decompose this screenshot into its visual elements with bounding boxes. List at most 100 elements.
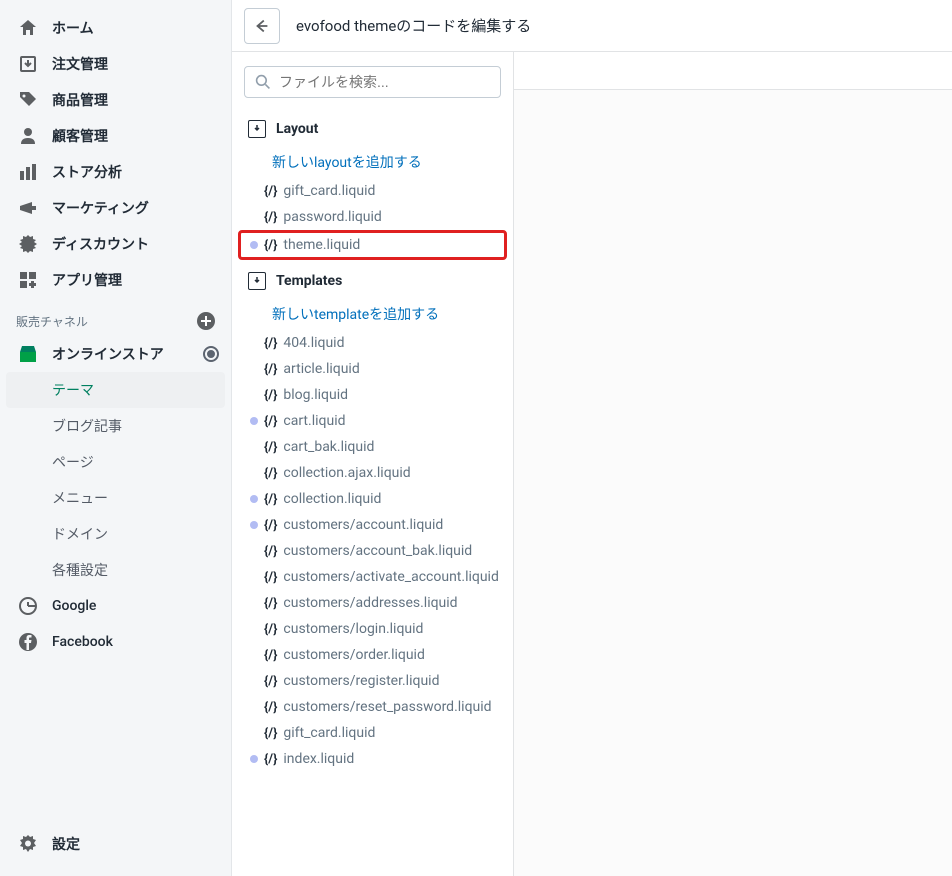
file-row[interactable]: {/}customers/reset_password.liquid: [236, 694, 509, 720]
liquid-icon: {/}: [264, 596, 277, 611]
liquid-icon: {/}: [264, 440, 277, 455]
file-row[interactable]: {/}collection.liquid: [236, 486, 509, 512]
folder-title: Layout: [276, 121, 318, 137]
add-templates-link[interactable]: 新しいtemplateを追加する: [236, 298, 509, 330]
workarea: Layout新しいlayoutを追加する{/}gift_card.liquid{…: [232, 52, 952, 876]
nav-apps[interactable]: アプリ管理: [0, 262, 231, 298]
center-panel: evofood themeのコードを編集する Layout新しいlayoutを追…: [232, 0, 952, 876]
person-icon: [18, 126, 38, 146]
file-list[interactable]: Layout新しいlayoutを追加する{/}gift_card.liquid{…: [232, 112, 513, 876]
download-icon: [248, 272, 266, 290]
subnav-domains[interactable]: ドメイン: [0, 516, 231, 552]
file-row[interactable]: {/} customers/account_bak.liquid: [236, 538, 509, 564]
liquid-icon: {/}: [264, 184, 277, 199]
subnav-navigation[interactable]: メニュー: [0, 480, 231, 516]
modified-dot-icon: [250, 241, 258, 249]
file-row[interactable]: {/} customers/activate_account.liquid: [236, 564, 509, 590]
liquid-icon: {/}: [264, 726, 277, 741]
liquid-icon: {/}: [264, 544, 277, 559]
file-name: customers/addresses.liquid: [283, 595, 457, 611]
folder-header-templates[interactable]: Templates: [236, 264, 509, 298]
nav-customers[interactable]: 顧客管理: [0, 118, 231, 154]
nav-label: ディスカウント: [52, 234, 149, 254]
main-sidebar: ホーム 注文管理 商品管理 顧客管理 ストア分析 マーケティング ディスカウ: [0, 0, 232, 876]
file-name: gift_card.liquid: [283, 725, 375, 741]
folder-title: Templates: [276, 273, 342, 289]
eye-icon[interactable]: [201, 344, 221, 364]
nav-marketing[interactable]: マーケティング: [0, 190, 231, 226]
nav-label: マーケティング: [52, 198, 149, 218]
file-row[interactable]: {/}customers/order.liquid: [236, 642, 509, 668]
file-row[interactable]: {/}cart.liquid: [236, 408, 509, 434]
file-row[interactable]: {/}theme.liquid: [240, 232, 505, 258]
liquid-icon: {/}: [264, 752, 277, 767]
nav-home[interactable]: ホーム: [0, 10, 231, 46]
nav-products[interactable]: 商品管理: [0, 82, 231, 118]
file-name: gift_card.liquid: [283, 183, 375, 199]
file-name: blog.liquid: [283, 387, 348, 403]
nav-facebook[interactable]: Facebook: [0, 624, 231, 660]
modified-dot-icon: [250, 495, 258, 503]
nav-settings[interactable]: 設定: [0, 816, 231, 876]
file-name: customers/account.liquid: [283, 517, 443, 533]
subnav-pages[interactable]: ページ: [0, 444, 231, 480]
file-name: password.liquid: [283, 209, 381, 225]
nav-google[interactable]: Google: [0, 588, 231, 624]
orders-icon: [18, 54, 38, 74]
facebook-icon: [18, 632, 38, 652]
liquid-icon: {/}: [264, 336, 277, 351]
nav-label: ホーム: [52, 18, 94, 38]
file-row[interactable]: {/}collection.ajax.liquid: [236, 460, 509, 486]
file-name: index.liquid: [283, 751, 354, 767]
file-name: customers/order.liquid: [283, 647, 424, 663]
file-search[interactable]: [244, 66, 501, 98]
folder-header-layout[interactable]: Layout: [236, 112, 509, 146]
file-name: customers/account_bak.liquid: [283, 543, 472, 559]
file-row[interactable]: {/} customers/register.liquid: [236, 668, 509, 694]
file-row[interactable]: {/} index.liquid: [236, 746, 509, 772]
nav-label: 顧客管理: [52, 126, 108, 146]
modified-dot-icon: [250, 521, 258, 529]
back-button[interactable]: [244, 8, 280, 44]
file-row[interactable]: {/}password.liquid: [236, 204, 509, 230]
file-name: customers/login.liquid: [283, 621, 423, 637]
file-name: customers/register.liquid: [283, 673, 439, 689]
subnav-preferences[interactable]: 各種設定: [0, 552, 231, 588]
liquid-icon: {/}: [264, 414, 277, 429]
file-row[interactable]: {/} 404.liquid: [236, 330, 509, 356]
file-search-input[interactable]: [279, 74, 490, 90]
nav-label: ストア分析: [52, 162, 122, 182]
nav-online-store[interactable]: オンラインストア: [0, 336, 231, 372]
subnav-blog[interactable]: ブログ記事: [0, 408, 231, 444]
file-row[interactable]: {/}article.liquid: [236, 356, 509, 382]
add-channel-button[interactable]: [197, 312, 215, 330]
file-name: 404.liquid: [283, 335, 344, 351]
nav-label: オンラインストア: [52, 344, 164, 364]
nav-analytics[interactable]: ストア分析: [0, 154, 231, 190]
file-row[interactable]: {/} gift_card.liquid: [236, 720, 509, 746]
nav-orders[interactable]: 注文管理: [0, 46, 231, 82]
nav-label: Google: [52, 598, 96, 614]
liquid-icon: {/}: [264, 388, 277, 403]
liquid-icon: {/}: [264, 622, 277, 637]
file-name: customers/activate_account.liquid: [283, 569, 498, 585]
download-icon: [248, 120, 266, 138]
file-row[interactable]: {/} gift_card.liquid: [236, 178, 509, 204]
file-row[interactable]: {/}cart_bak.liquid: [236, 434, 509, 460]
liquid-icon: {/}: [264, 362, 277, 377]
file-row[interactable]: {/} blog.liquid: [236, 382, 509, 408]
search-icon: [255, 74, 271, 90]
file-row[interactable]: {/} customers/addresses.liquid: [236, 590, 509, 616]
file-name: collection.liquid: [283, 491, 381, 507]
liquid-icon: {/}: [264, 466, 277, 481]
add-layout-link[interactable]: 新しいlayoutを追加する: [236, 146, 509, 178]
store-icon: [18, 344, 38, 364]
nav-discounts[interactable]: ディスカウント: [0, 226, 231, 262]
file-row[interactable]: {/} customers/login.liquid: [236, 616, 509, 642]
megaphone-icon: [18, 198, 38, 218]
subnav-themes[interactable]: テーマ: [6, 372, 225, 408]
file-row[interactable]: {/}customers/account.liquid: [236, 512, 509, 538]
liquid-icon: {/}: [264, 674, 277, 689]
liquid-icon: {/}: [264, 570, 277, 585]
home-icon: [18, 18, 38, 38]
